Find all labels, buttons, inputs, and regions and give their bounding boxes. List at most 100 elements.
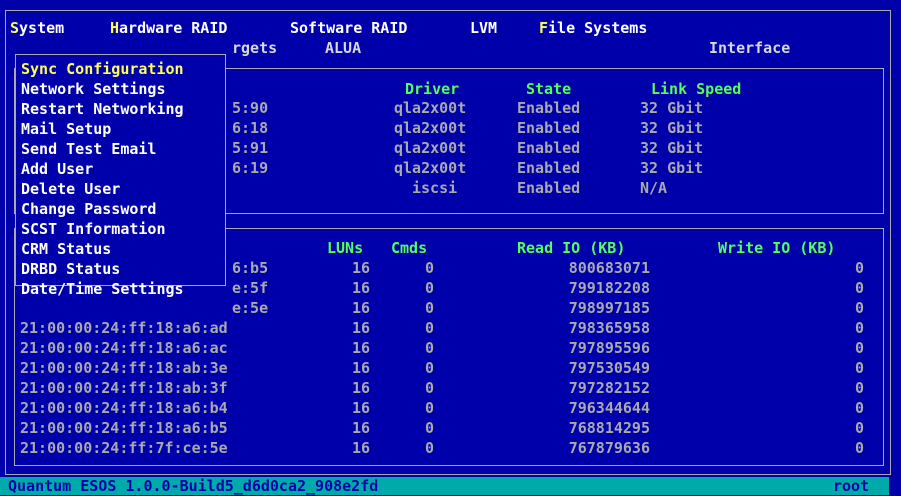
menu-item-restart-networking[interactable]: Restart Networking [21,99,184,119]
col-link-speed-header: Link Speed [651,80,742,98]
cmds-cell: 0 [424,339,434,357]
read-io-cell: 797895596 [568,339,650,357]
wwn-cell: 21:00:00:24:ff:18:ab:3e [20,359,228,377]
version-label: Quantum ESOS 1.0.0-Build5_d6d0ca2_908e2f… [8,477,379,495]
read-io-cell: 797282152 [568,379,650,397]
read-io-cell: 798365958 [568,319,650,337]
wwn-cell: 6:18 [232,119,269,137]
col-driver-header: Driver [405,80,460,98]
state-cell: Enabled [517,99,581,117]
wwn-cell: 21:00:00:24:ff:18:ab:3f [20,379,228,397]
col-write-io-header: Write IO (KB) [718,239,836,257]
driver-cell: qla2x00t [394,159,467,177]
speed-cell: 32 Gbit [640,159,704,177]
col-cmds-header: Cmds [391,239,428,257]
menu-item-add-user[interactable]: Add User [21,159,93,179]
system-menu: Sync Configuration Network Settings Rest… [15,54,226,298]
write-io-cell: 0 [854,279,864,297]
driver-cell: qla2x00t [394,119,467,137]
wwn-cell: 5:91 [232,139,269,157]
write-io-cell: 0 [854,339,864,357]
wwn-cell: 21:00:00:24:ff:18:a6:b4 [20,399,228,417]
speed-cell: 32 Gbit [640,139,704,157]
wwn-cell: e:5f [232,279,269,297]
cmds-cell: 0 [424,299,434,317]
wwn-cell: 21:00:00:24:ff:18:a6:ac [20,339,228,357]
write-io-cell: 0 [854,359,864,377]
menu-item-scst-information[interactable]: SCST Information [21,219,166,239]
write-io-cell: 0 [854,379,864,397]
luns-cell: 16 [351,359,370,377]
wwn-cell: 21:00:00:24:ff:18:a6:b5 [20,419,228,437]
wwn-cell: e:5e [232,299,269,317]
luns-cell: 16 [351,399,370,417]
menu-item-date-time-settings[interactable]: Date/Time Settings [21,279,184,299]
menu-item-mail-setup[interactable]: Mail Setup [21,119,111,139]
tab-alua[interactable]: ALUA [325,38,361,58]
col-state-header: State [526,80,572,98]
col-luns-header: LUNs [327,239,364,257]
menu-hardware-raid[interactable]: Hardware RAID [110,18,227,38]
menu-file-systems[interactable]: File Systems [539,18,647,38]
user-label: root [833,477,870,495]
read-io-cell: 796344644 [568,399,650,417]
wwn-cell: 21:00:00:24:ff:18:a6:ad [20,319,228,337]
driver-cell: iscsi [412,179,458,197]
luns-cell: 16 [351,319,370,337]
write-io-cell: 0 [854,319,864,337]
wwn-cell: 21:00:00:24:ff:7f:ce:5e [20,439,228,457]
speed-cell: N/A [640,179,668,197]
luns-cell: 16 [351,439,370,457]
tab-targets[interactable]: rgets [232,38,277,58]
state-cell: Enabled [517,159,581,177]
luns-cell: 16 [351,419,370,437]
read-io-cell: 768814295 [568,419,650,437]
read-io-cell: 767879636 [568,439,650,457]
menu-item-network-settings[interactable]: Network Settings [21,79,166,99]
cmds-cell: 0 [424,259,434,277]
wwn-cell: 6:b5 [232,259,269,277]
luns-cell: 16 [351,379,370,397]
cmds-cell: 0 [424,419,434,437]
speed-cell: 32 Gbit [640,99,704,117]
menu-item-send-test-email[interactable]: Send Test Email [21,139,156,159]
state-cell: Enabled [517,179,581,197]
col-read-io-header: Read IO (KB) [517,239,626,257]
driver-cell: qla2x00t [394,99,467,117]
menu-system[interactable]: System [10,18,64,38]
luns-cell: 16 [351,279,370,297]
state-cell: Enabled [517,139,581,157]
read-io-cell: 798997185 [568,299,650,317]
write-io-cell: 0 [854,299,864,317]
cmds-cell: 0 [424,399,434,417]
menu-item-delete-user[interactable]: Delete User [21,179,120,199]
write-io-cell: 0 [854,399,864,417]
menu-item-crm-status[interactable]: CRM Status [21,239,111,259]
cmds-cell: 0 [424,279,434,297]
driver-cell: qla2x00t [394,139,467,157]
read-io-cell: 797530549 [568,359,650,377]
state-cell: Enabled [517,119,581,137]
menu-software-raid[interactable]: Software RAID [290,18,407,38]
cmds-cell: 0 [424,359,434,377]
speed-cell: 32 Gbit [640,119,704,137]
menu-item-drbd-status[interactable]: DRBD Status [21,259,120,279]
menu-item-sync-configuration[interactable]: Sync Configuration [21,59,184,79]
cmds-cell: 0 [424,439,434,457]
write-io-cell: 0 [854,259,864,277]
read-io-cell: 799182208 [568,279,650,297]
luns-cell: 16 [351,259,370,277]
write-io-cell: 0 [854,419,864,437]
menu-item-change-password[interactable]: Change Password [21,199,156,219]
luns-cell: 16 [351,299,370,317]
menu-lvm[interactable]: LVM [470,18,497,38]
write-io-cell: 0 [854,439,864,457]
status-bar: Quantum ESOS 1.0.0-Build5_d6d0ca2_908e2f… [0,477,889,495]
read-io-cell: 800683071 [568,259,650,277]
luns-cell: 16 [351,339,370,357]
wwn-cell: 6:19 [232,159,269,177]
cmds-cell: 0 [424,319,434,337]
tab-interface[interactable]: Interface [709,38,790,58]
cmds-cell: 0 [424,379,434,397]
wwn-cell: 5:90 [232,99,269,117]
